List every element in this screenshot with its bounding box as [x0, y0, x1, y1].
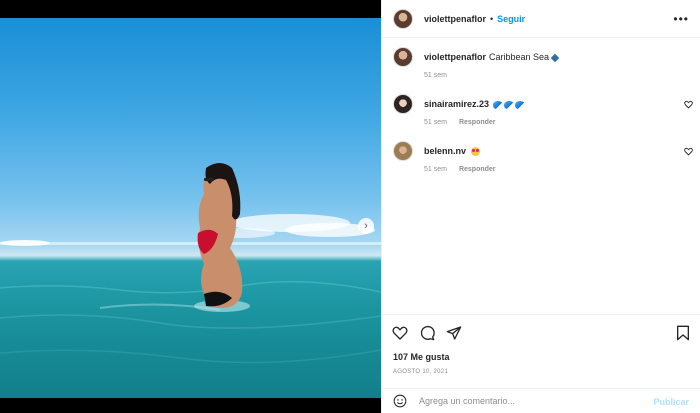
caption-time[interactable]: 51 sem: [424, 72, 447, 79]
reply-button[interactable]: Responder: [459, 166, 496, 173]
comment-username[interactable]: sinairamirez.23: [424, 99, 489, 109]
comment-username[interactable]: belenn.nv: [424, 146, 466, 156]
reply-button[interactable]: Responder: [459, 119, 496, 126]
commenter-avatar[interactable]: [393, 141, 413, 161]
comment-time[interactable]: 51 sem: [424, 166, 447, 173]
bookmark-icon[interactable]: [676, 325, 690, 341]
post-side-panel: violettpenaflor • Seguir ••• violettpena…: [381, 0, 700, 413]
wave-icon: [504, 100, 515, 109]
caption-text: Caribbean Sea: [489, 52, 550, 62]
caption-username[interactable]: violettpenaflor: [424, 52, 486, 62]
wave-icon: [515, 100, 526, 109]
heart-eyes-icon: [471, 147, 481, 157]
comment-input[interactable]: [419, 396, 649, 406]
post-actions: 107 Me gusta AGOSTO 10, 2021: [382, 314, 700, 388]
comment-item: belenn.nv 51 sem Responder: [393, 141, 693, 173]
chevron-right-icon: ›: [364, 219, 368, 232]
like-count[interactable]: 107 Me gusta: [393, 352, 450, 362]
post-date: AGOSTO 10, 2021: [393, 369, 449, 375]
more-options-icon[interactable]: •••: [673, 12, 689, 26]
post-photo[interactable]: ›: [0, 18, 381, 398]
add-comment-bar: Publicar: [382, 388, 700, 413]
like-comment-heart-icon[interactable]: [684, 100, 693, 109]
wave-icon: [493, 100, 504, 109]
share-icon[interactable]: [446, 325, 462, 341]
beach-photo-illustration: [0, 163, 381, 364]
diamond-icon: [550, 53, 560, 62]
comment-time[interactable]: 51 sem: [424, 119, 447, 126]
comment-icon[interactable]: [419, 325, 435, 341]
emoji-icon[interactable]: [393, 394, 407, 408]
like-comment-heart-icon[interactable]: [684, 147, 693, 156]
author-username[interactable]: violettpenaflor: [424, 14, 486, 24]
header-separator: •: [490, 13, 494, 24]
post-modal: › violettpenaflor • Seguir ••• violettpe…: [0, 0, 700, 413]
caption-avatar[interactable]: [393, 47, 413, 67]
publish-button[interactable]: Publicar: [653, 397, 689, 407]
follow-button[interactable]: Seguir: [497, 14, 525, 24]
commenter-avatar[interactable]: [393, 94, 413, 114]
author-avatar[interactable]: [393, 8, 413, 29]
post-header: violettpenaflor • Seguir •••: [382, 0, 700, 38]
post-caption: violettpenaflor Caribbean Sea 51 sem: [393, 47, 693, 79]
carousel-next-button[interactable]: ›: [358, 218, 374, 234]
heart-icon[interactable]: [392, 325, 408, 341]
comment-item: sinairamirez.23 51 sem Responder: [393, 94, 693, 126]
